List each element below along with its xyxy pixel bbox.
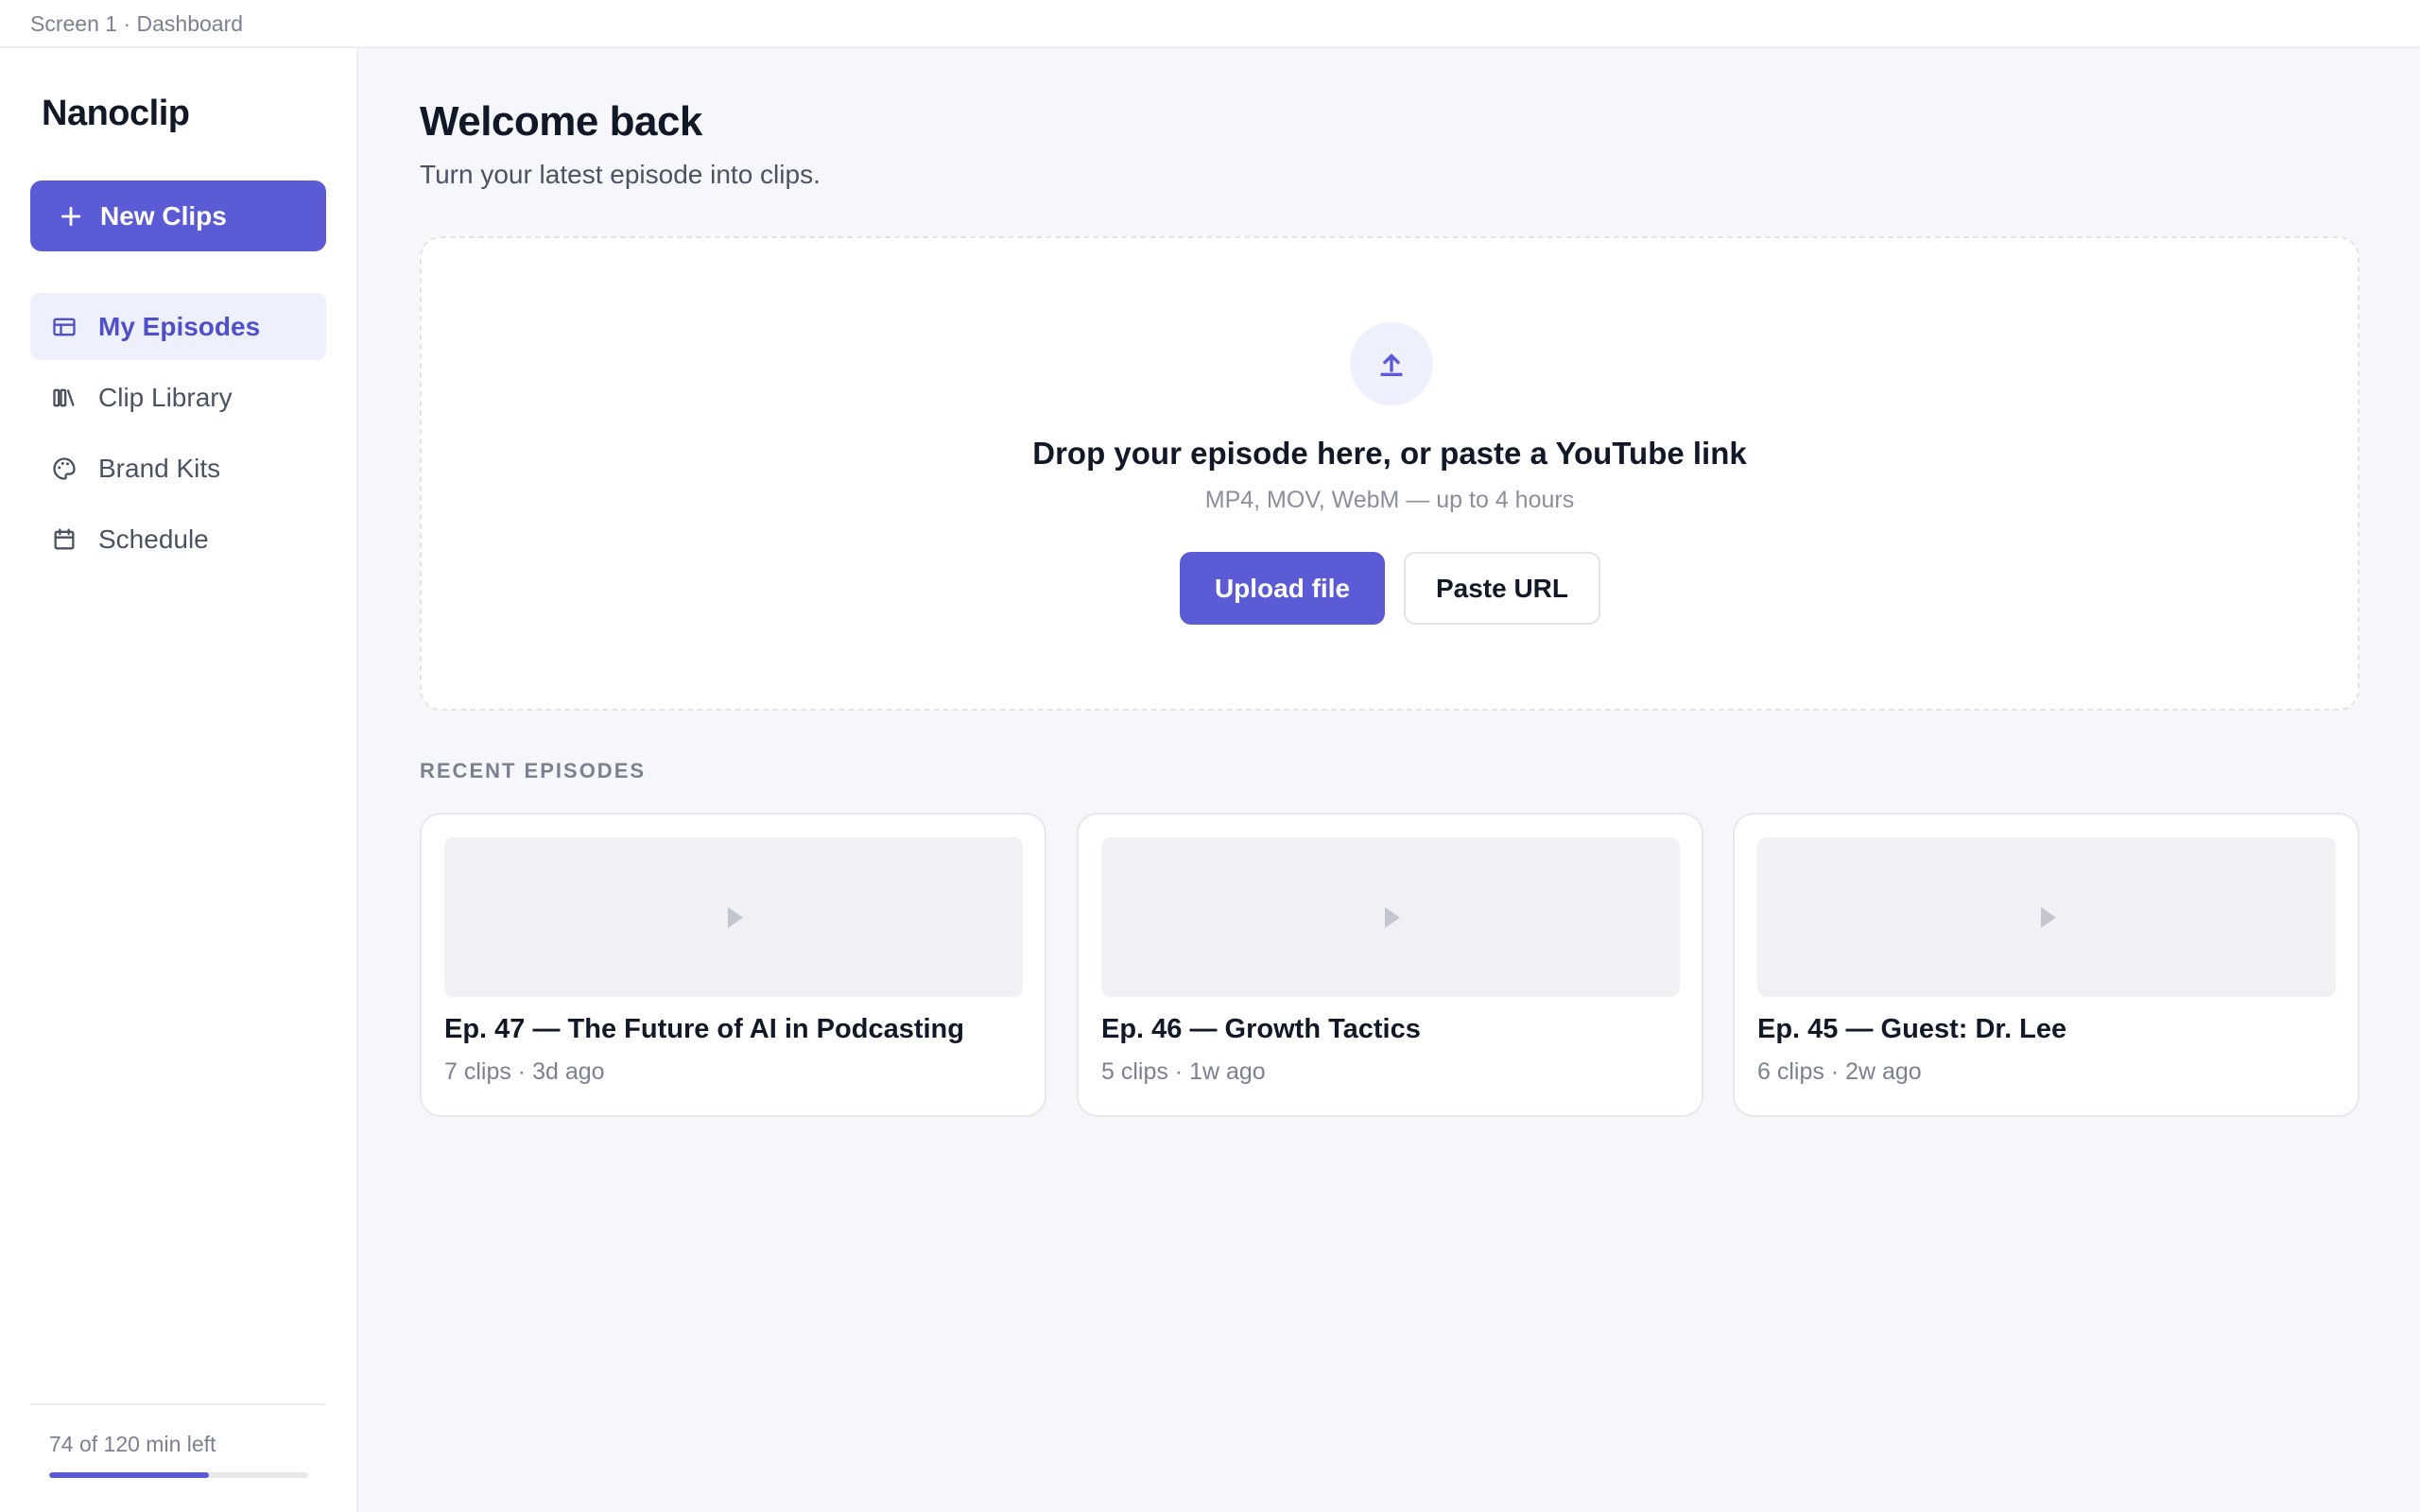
upload-icon <box>1380 353 1403 377</box>
sidebar-item-brand-kits[interactable]: Brand Kits <box>30 435 326 502</box>
upload-dropzone[interactable]: Drop your episode here, or paste a YouTu… <box>420 236 2360 711</box>
episode-card[interactable]: Ep. 46 — Growth Tactics 5 clips · 1w ago <box>1077 813 1703 1117</box>
play-icon <box>2041 906 2056 928</box>
sidebar-nav: My Episodes Clip Library Brand Kits Sche… <box>30 293 326 576</box>
sidebar-item-label: Clip Library <box>98 382 233 412</box>
play-icon <box>1385 906 1400 928</box>
sidebar-item-my-episodes[interactable]: My Episodes <box>30 293 326 360</box>
sidebar-item-clip-library[interactable]: Clip Library <box>30 364 326 431</box>
episode-meta: 6 clips · 2w ago <box>1757 1058 1922 1085</box>
dropzone-title: Drop your episode here, or paste a YouTu… <box>1032 436 1747 471</box>
new-clips-button[interactable]: New Clips <box>30 180 326 251</box>
sidebar-item-label: My Episodes <box>98 311 261 341</box>
play-icon <box>728 906 743 928</box>
recent-episodes-heading: RECENT EPISODES <box>420 759 647 782</box>
page-subtitle: Turn your latest episode into clips. <box>420 160 821 189</box>
page-title: Welcome back <box>420 98 702 145</box>
library-icon <box>53 388 75 406</box>
upload-file-button[interactable]: Upload file <box>1180 552 1385 625</box>
brand-logo: Nanoclip <box>42 94 190 133</box>
paste-url-button[interactable]: Paste URL <box>1404 552 1600 625</box>
recent-episodes-list: Ep. 47 — The Future of AI in Podcasting … <box>420 813 2360 1117</box>
episode-thumbnail <box>1101 837 1680 997</box>
upload-icon-badge <box>1350 322 1433 405</box>
episode-title: Ep. 45 — Guest: Dr. Lee <box>1757 1014 2067 1044</box>
episode-meta: 5 clips · 1w ago <box>1101 1058 1266 1085</box>
sidebar-item-schedule[interactable]: Schedule <box>30 506 326 573</box>
episode-meta: 7 clips · 3d ago <box>444 1058 605 1085</box>
usage-progress-track <box>49 1472 308 1478</box>
plus-icon <box>60 206 81 226</box>
usage-label: 74 of 120 min left <box>49 1432 216 1456</box>
usage-progress-fill <box>49 1472 210 1478</box>
episode-thumbnail <box>444 837 1023 997</box>
new-clips-label: New Clips <box>100 200 227 231</box>
episode-title: Ep. 46 — Growth Tactics <box>1101 1014 1421 1044</box>
episode-card[interactable]: Ep. 45 — Guest: Dr. Lee 6 clips · 2w ago <box>1733 813 2360 1117</box>
dropzone-hint: MP4, MOV, WebM — up to 4 hours <box>1204 487 1575 513</box>
main-content: Welcome back Turn your latest episode in… <box>358 48 2420 1512</box>
usage-meter: 74 of 120 min left <box>30 1403 326 1478</box>
screen-label: Screen 1 · Dashboard <box>30 11 244 36</box>
sidebar-item-label: Brand Kits <box>98 453 221 483</box>
top-bar: Screen 1 · Dashboard <box>0 0 2420 48</box>
palette-icon <box>53 456 76 480</box>
episode-card[interactable]: Ep. 47 — The Future of AI in Podcasting … <box>420 813 1046 1117</box>
episode-title: Ep. 47 — The Future of AI in Podcasting <box>444 1014 964 1044</box>
episode-thumbnail <box>1757 837 2336 997</box>
sidebar: Nanoclip New Clips My Episodes Clip Libr… <box>0 48 358 1512</box>
table-icon <box>53 318 76 335</box>
sidebar-item-label: Schedule <box>98 524 209 554</box>
calendar-icon <box>54 527 75 549</box>
